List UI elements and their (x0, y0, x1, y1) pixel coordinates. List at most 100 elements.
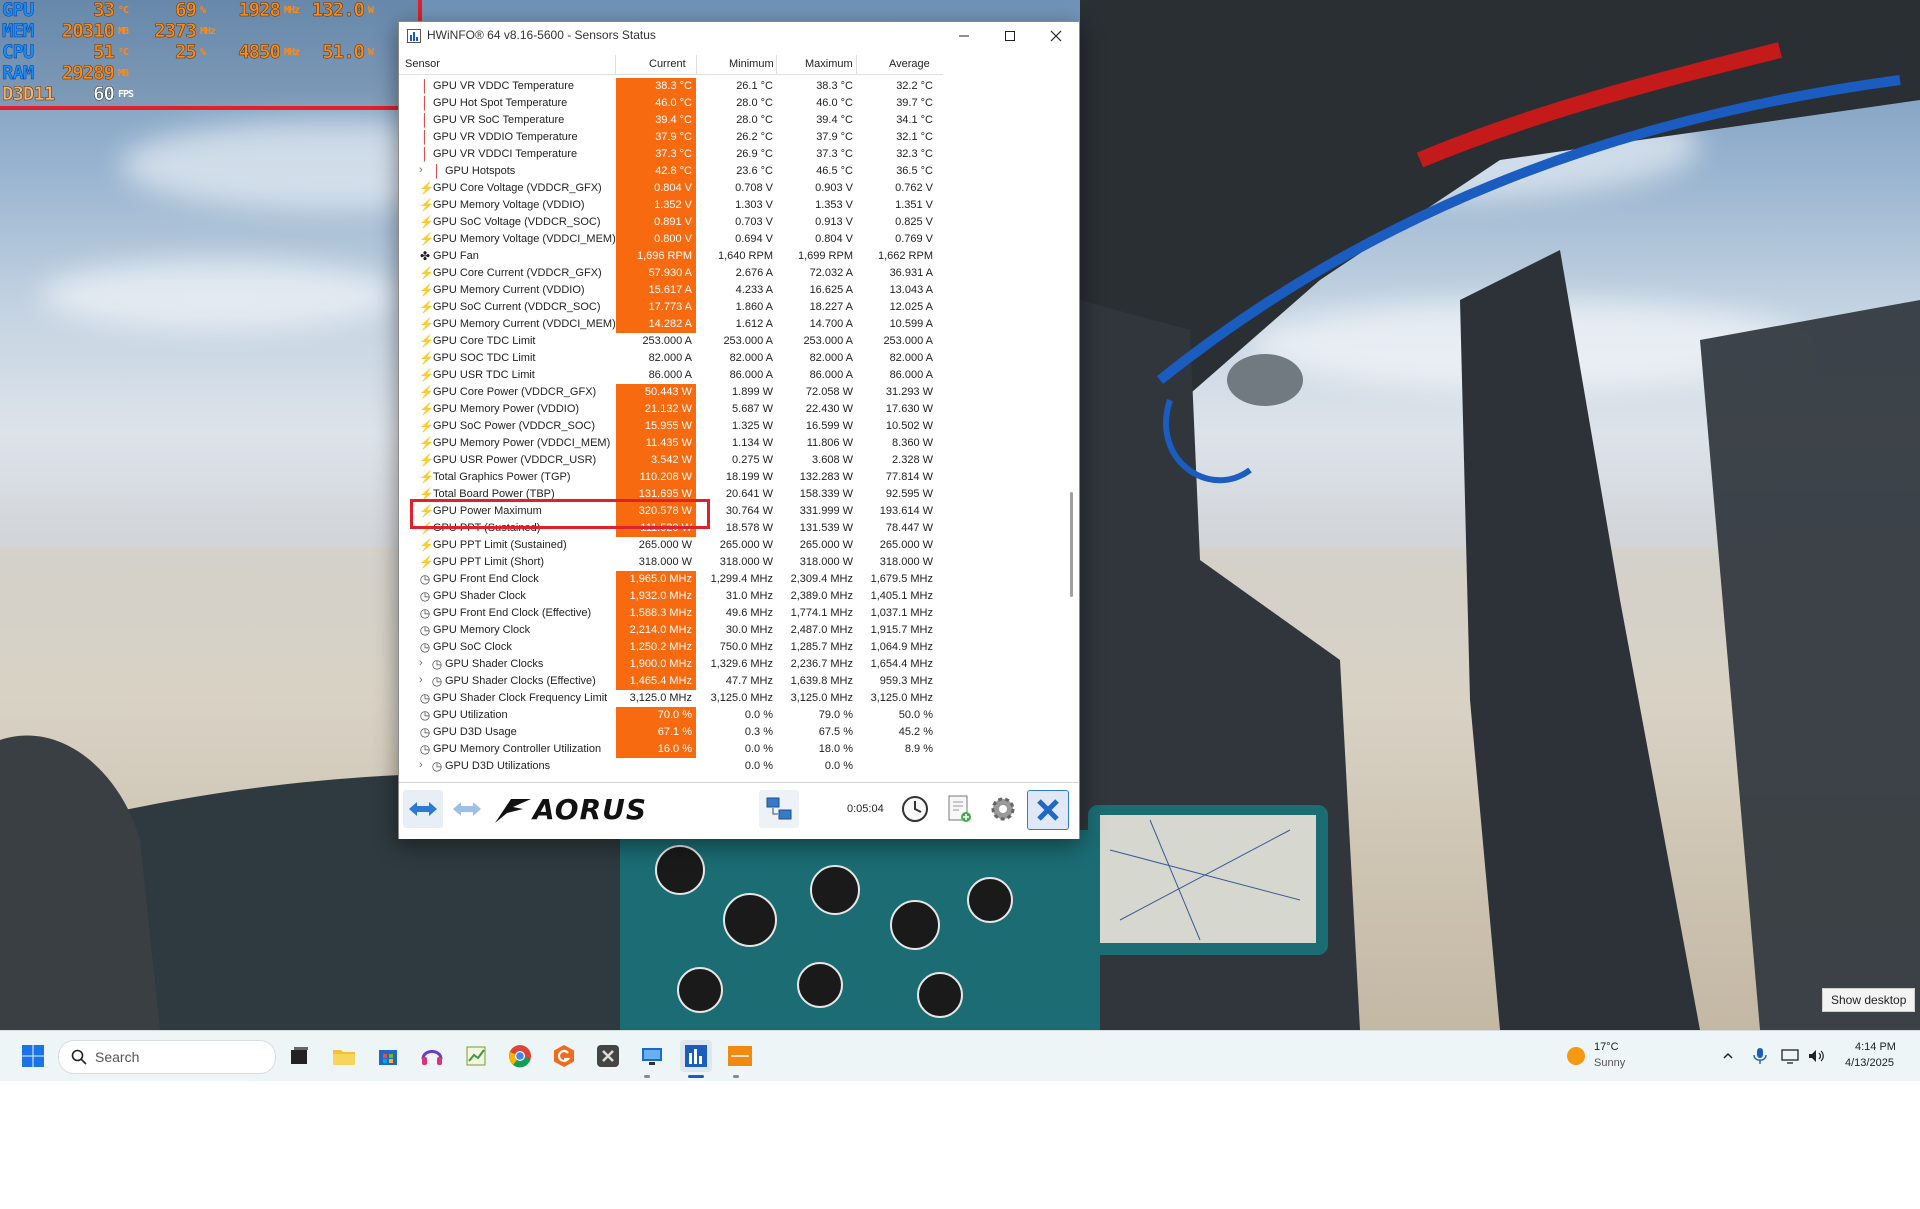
table-row[interactable]: ⚡ GPU Memory Current (VDDIO) 15.617 A 4.233… (399, 282, 943, 299)
table-row[interactable]: ⚡ GPU PPT Limit (Short) 318.000 W 318.000 W… (399, 554, 943, 571)
taskbar-dcs[interactable] (724, 1040, 756, 1072)
clock-icon: ◷ (419, 623, 431, 637)
chevron-up-icon (1723, 1052, 1733, 1059)
table-row[interactable]: ◷ GPU Memory Clock 2,214.0 MHz 30.0 MHz 2,48… (399, 622, 943, 639)
logging-button[interactable] (939, 790, 979, 828)
sensor-minimum-value: 1.303 V (735, 199, 773, 211)
sensor-minimum-value: 30.0 MHz (725, 624, 773, 636)
sensor-minimum-value: 26.1 °C (736, 80, 773, 92)
table-row[interactable]: ◷ GPU Front End Clock 1,965.0 MHz 1,299.4 M… (399, 571, 943, 588)
lightning-icon: ⚡ (419, 181, 434, 195)
clock-date[interactable]: 4/13/2025 (1845, 1057, 1894, 1069)
table-row[interactable]: │ GPU VR SoC Temperature 39.4 °C 28.0 °C 39.… (399, 112, 943, 129)
sensor-minimum-value: 0.0 % (744, 743, 773, 755)
expand-chevron-icon[interactable]: › (419, 164, 423, 176)
sensor-average-value: 32.3 °C (896, 148, 933, 160)
network-button[interactable] (759, 790, 799, 828)
taskbar-remote-desktop[interactable] (636, 1040, 668, 1072)
table-row[interactable]: ◷ GPU Front End Clock (Effective) 1,588.3 … (399, 605, 943, 622)
expand-chevron-icon[interactable]: › (419, 657, 423, 669)
table-row[interactable]: ⚡ GPU Core Power (VDDCR_GFX) 50.443 W 1.899… (399, 384, 943, 401)
table-row[interactable]: │ GPU VR VDDCI Temperature 37.3 °C 26.9 °C 3… (399, 146, 943, 163)
tray-microphone[interactable] (1748, 1040, 1772, 1072)
sensor-average-value: 193.614 W (879, 505, 933, 517)
table-row[interactable]: ⚡ GPU Memory Power (VDDCI_MEM) 11.435 W 1.1… (399, 435, 943, 452)
title-bar[interactable]: HWiNFO® 64 v8.16-5600 - Sensors Status (399, 22, 1079, 50)
table-row[interactable]: │ GPU Hot Spot Temperature 46.0 °C 28.0 °C 4… (399, 95, 943, 112)
table-row[interactable]: › ◷ GPU D3D Utilizations 0.0 % 0.0 % (399, 758, 943, 773)
table-row[interactable]: ⚡ GPU PPT Limit (Sustained) 265.000 W 265.0… (399, 537, 943, 554)
sensor-maximum-value: 158.339 W (799, 488, 853, 500)
table-row[interactable]: ◷ GPU SoC Clock 1,250.2 MHz 750.0 MHz 1,285.… (399, 639, 943, 656)
taskbar-g-app[interactable] (548, 1040, 580, 1072)
taskbar-task-view[interactable] (283, 1040, 315, 1072)
exit-button[interactable] (1027, 790, 1069, 830)
table-row[interactable]: ⚡ GPU SoC Current (VDDCR_SOC) 17.773 A 1.86… (399, 299, 943, 316)
table-row[interactable]: ◷ GPU Memory Controller Utilization 16.0 %… (399, 741, 943, 758)
sensor-average-value: 12.025 A (889, 301, 933, 313)
table-row[interactable]: › │ GPU Hotspots 42.8 °C 23.6 °C 46.5 °C 36.5 … (399, 163, 943, 180)
taskbar-hwinfo[interactable] (680, 1040, 712, 1072)
table-row[interactable]: ⚡ GPU Memory Current (VDDCI_MEM) 14.282 A 1… (399, 316, 943, 333)
table-row[interactable]: ✤ GPU Fan 1,696 RPM 1,640 RPM 1,699 RPM 1,662… (399, 248, 943, 265)
lightning-icon: ⚡ (419, 198, 434, 212)
performance-overlay: GPU 33 °C 69 % 1928 MHz 132.0 W MEM 2031… (0, 0, 422, 110)
sensor-minimum-value: 1,329.6 MHz (710, 658, 773, 670)
table-row[interactable]: ⚡ GPU Core Voltage (VDDCR_GFX) 0.804 V 0.70… (399, 180, 943, 197)
lightning-icon: ⚡ (419, 436, 434, 450)
table-row[interactable]: ◷ GPU Shader Clock Frequency Limit 3,125.0… (399, 690, 943, 707)
minimize-button[interactable] (941, 22, 987, 50)
table-row[interactable]: ⚡ GPU Core TDC Limit 253.000 A 253.000 A 253… (399, 333, 943, 350)
expand-chevron-icon[interactable]: › (419, 759, 423, 771)
settings-button[interactable] (983, 790, 1023, 828)
table-row[interactable]: ⚡ GPU Memory Voltage (VDDIO) 1.352 V 1.303 … (399, 197, 943, 214)
taskbar-chrome[interactable] (504, 1040, 536, 1072)
table-row[interactable]: ⚡ GPU USR Power (VDDCR_USR) 3.542 W 0.275 W… (399, 452, 943, 469)
close-button[interactable] (1033, 22, 1079, 50)
nav-back-forward-button[interactable] (403, 790, 443, 828)
table-row[interactable]: ⚡ GPU SOC TDC Limit 82.000 A 82.000 A 82.000… (399, 350, 943, 367)
nav-collapse-button[interactable] (447, 790, 487, 828)
table-row[interactable]: │ GPU VR VDDC Temperature 38.3 °C 26.1 °C 38… (399, 78, 943, 95)
sensor-average-value: 8.9 % (904, 743, 933, 755)
header-current[interactable]: Current (649, 58, 686, 70)
table-row[interactable]: ⚡ GPU SoC Voltage (VDDCR_SOC) 0.891 V 0.703… (399, 214, 943, 231)
table-row[interactable]: ⚡ GPU Memory Power (VDDIO) 21.132 W 5.687 W… (399, 401, 943, 418)
taskbar-x-app[interactable] (592, 1040, 624, 1072)
clock-reset-button[interactable] (895, 790, 935, 828)
header-maximum[interactable]: Maximum (805, 58, 853, 70)
table-row[interactable]: ⚡ GPU Core Current (VDDCR_GFX) 57.930 A 2.6… (399, 265, 943, 282)
table-row[interactable]: ⚡ GPU Memory Voltage (VDDCI_MEM) 0.800 V 0.… (399, 231, 943, 248)
sensor-table[interactable]: │ GPU VR VDDC Temperature 38.3 °C 26.1 °C 38… (399, 78, 943, 773)
sensor-average-value: 1.351 V (895, 199, 933, 211)
sensor-average-value: 1,037.1 MHz (870, 607, 933, 619)
table-row[interactable]: ⚡ GPU SoC Power (VDDCR_SOC) 15.955 W 1.325 … (399, 418, 943, 435)
hwinfo-app-icon (407, 29, 421, 43)
table-row[interactable]: ◷ GPU Shader Clock 1,932.0 MHz 31.0 MHz 2,38… (399, 588, 943, 605)
table-row[interactable]: ◷ GPU Utilization 70.0 % 0.0 % 79.0 % 50.0 % (399, 707, 943, 724)
header-average[interactable]: Average (889, 58, 930, 70)
table-row[interactable]: │ GPU VR VDDIO Temperature 37.9 °C 26.2 °C 3… (399, 129, 943, 146)
taskbar-file-explorer[interactable] (328, 1040, 360, 1072)
tray-overflow-button[interactable] (1716, 1040, 1740, 1072)
hwinfo-sensors-window[interactable]: HWiNFO® 64 v8.16-5600 - Sensors Status S… (398, 21, 1080, 839)
table-row[interactable]: ◷ GPU D3D Usage 67.1 % 0.3 % 67.5 % 45.2 % (399, 724, 943, 741)
taskbar-store[interactable] (372, 1040, 404, 1072)
tray-network[interactable] (1778, 1040, 1802, 1072)
clock-time[interactable]: 4:14 PM (1855, 1041, 1896, 1053)
table-row[interactable]: › ◷ GPU Shader Clocks (Effective) 1,465.4 M… (399, 673, 943, 690)
tray-volume[interactable] (1804, 1040, 1828, 1072)
header-minimum[interactable]: Minimum (729, 58, 774, 70)
vertical-scrollbar[interactable] (1070, 492, 1073, 597)
table-row[interactable]: › ◷ GPU Shader Clocks 1,900.0 MHz 1,329.6 MH… (399, 656, 943, 673)
taskbar-chart-app[interactable] (460, 1040, 492, 1072)
maximize-button[interactable] (987, 22, 1033, 50)
expand-chevron-icon[interactable]: › (419, 674, 423, 686)
weather-widget[interactable] (1560, 1040, 1592, 1072)
table-row[interactable]: ⚡ Total Graphics Power (TGP) 110.208 W 18.1… (399, 469, 943, 486)
header-sensor[interactable]: Sensor (405, 58, 440, 70)
table-row[interactable]: ⚡ GPU USR TDC Limit 86.000 A 86.000 A 86.000… (399, 367, 943, 384)
start-button[interactable] (17, 1040, 49, 1072)
search-input[interactable]: Search (58, 1040, 276, 1074)
taskbar-headset-app[interactable] (416, 1040, 448, 1072)
